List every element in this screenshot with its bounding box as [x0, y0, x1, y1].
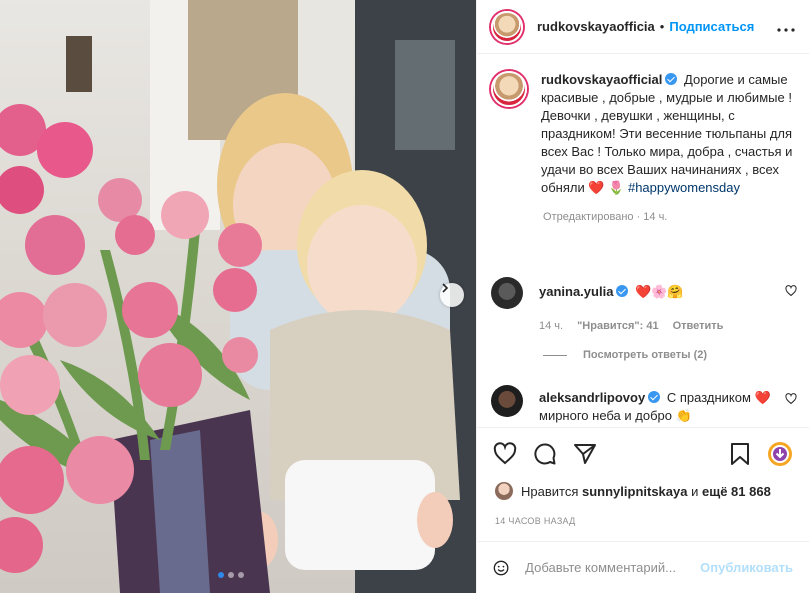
comment-like-icon[interactable] — [785, 285, 797, 297]
liker-username[interactable]: sunnylipnitskaya — [582, 484, 687, 499]
liker-avatar[interactable] — [495, 482, 513, 500]
bookmark-icon — [731, 442, 749, 465]
verified-icon — [616, 285, 629, 297]
download-icon — [768, 441, 792, 466]
comment-meta: 14 ч. "Нравится": 41 Ответить — [539, 317, 784, 335]
comment-username[interactable]: aleksandrlipovoy — [539, 390, 645, 405]
edited-label: Отредактировано · 14 ч. — [543, 211, 668, 223]
likes-count[interactable]: ещё 81 868 — [702, 484, 771, 499]
reply-button[interactable]: Ответить — [673, 317, 724, 335]
post-header: rudkovskayaofficia • Подписаться — [477, 0, 809, 54]
comment-time[interactable]: 14 ч. — [539, 317, 563, 335]
comment-item: aleksandrlipovoy С праздником ❤️ мирного… — [477, 385, 809, 425]
post-panel: rudkovskayaofficia • Подписаться rudkovs… — [476, 0, 809, 593]
author-username[interactable]: rudkovskayaofficia — [537, 19, 655, 34]
verified-icon — [665, 73, 678, 85]
photo-illustration — [0, 0, 476, 593]
send-icon — [574, 443, 596, 464]
caption-text: Дорогие и самые красивые , добрые , мудр… — [541, 72, 793, 195]
comment-likes[interactable]: "Нравится": 41 — [577, 317, 658, 335]
commenter-avatar[interactable] — [491, 385, 523, 417]
hashtag-link[interactable]: #happywomensday — [628, 180, 740, 195]
verified-icon — [648, 391, 661, 403]
share-button[interactable] — [573, 442, 597, 466]
caption-text-block: rudkovskayaofficial Дорогие и самые крас… — [541, 71, 795, 197]
comment-button[interactable] — [533, 442, 557, 466]
commenter-avatar[interactable] — [491, 277, 523, 309]
post-actions-bar — [477, 427, 809, 479]
comment-body: aleksandrlipovoy С праздником ❤️ мирного… — [539, 389, 784, 425]
like-button[interactable] — [493, 441, 517, 466]
download-button[interactable] — [767, 441, 793, 467]
caption-avatar[interactable] — [491, 71, 527, 107]
emoji-icon[interactable] — [493, 556, 509, 580]
carousel-dot — [238, 572, 244, 578]
carousel-dot — [228, 572, 234, 578]
likes-prefix: Нравится — [521, 483, 579, 499]
comment-body: yanina.yulia ❤️🌸🤗 14 ч. "Нравится": 41 О… — [539, 277, 784, 335]
view-replies-button[interactable]: Посмотреть ответы (2) — [543, 349, 707, 361]
publish-button[interactable]: Опубликовать — [700, 560, 793, 575]
more-options-icon[interactable] — [777, 16, 795, 37]
post-photo[interactable] — [0, 0, 476, 593]
carousel-dots — [218, 572, 244, 578]
save-button[interactable] — [729, 442, 751, 466]
comment-input[interactable] — [525, 560, 701, 575]
chevron-right-icon — [442, 283, 449, 293]
post-timestamp[interactable]: 14 ЧАСОВ НАЗАД — [495, 516, 576, 526]
comment-item: yanina.yulia ❤️🌸🤗 14 ч. "Нравится": 41 О… — [477, 277, 809, 335]
comments-scroll-area[interactable]: rudkovskayaofficial Дорогие и самые крас… — [477, 55, 809, 427]
caption-username[interactable]: rudkovskayaofficial — [541, 72, 662, 87]
comment-like-icon[interactable] — [785, 393, 797, 405]
comment-icon — [534, 443, 556, 464]
likes-summary: Нравится sunnylipnitskaya и ещё 81 868 — [495, 482, 771, 500]
author-avatar[interactable] — [491, 10, 523, 43]
heart-icon — [493, 441, 517, 464]
add-comment-bar: Опубликовать — [477, 541, 809, 593]
carousel-dot — [218, 572, 224, 578]
post-caption: rudkovskayaofficial Дорогие и самые крас… — [477, 55, 809, 197]
comment-username[interactable]: yanina.yulia — [539, 284, 613, 299]
follow-button[interactable]: Подписаться — [669, 19, 754, 34]
carousel-next-button[interactable] — [440, 283, 464, 307]
comment-text: ❤️🌸🤗 — [635, 284, 684, 299]
likes-and: и — [691, 483, 699, 499]
header-separator: • — [659, 19, 665, 34]
